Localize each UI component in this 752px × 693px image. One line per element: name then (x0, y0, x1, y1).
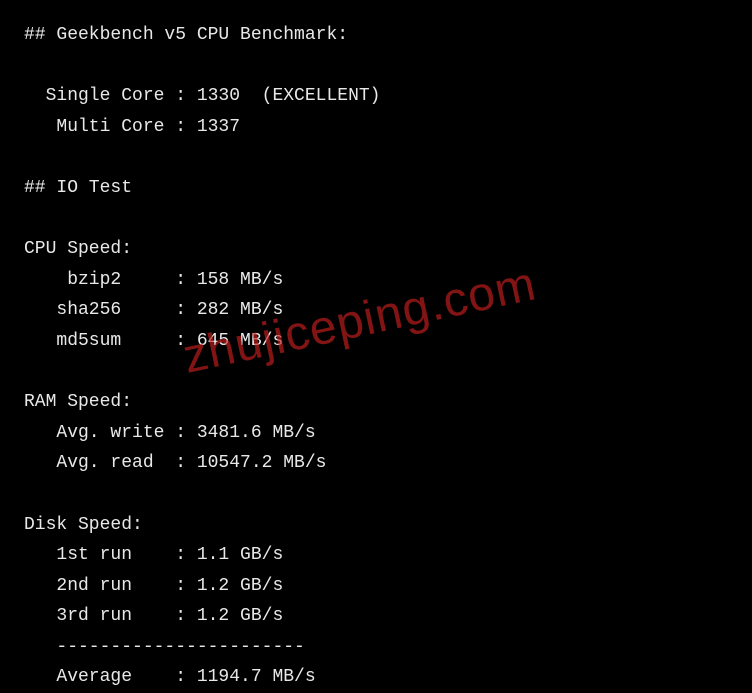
disk-run3-label: 3rd run : (24, 606, 197, 626)
bzip2-row: bzip2 : 158 MB/s (24, 265, 728, 296)
disk-divider: ----------------------- (24, 632, 728, 663)
disk-run3-row: 3rd run : 1.2 GB/s (24, 601, 728, 632)
ram-speed-header: RAM Speed: (24, 387, 728, 418)
geekbench-header: ## Geekbench v5 CPU Benchmark: (24, 20, 728, 51)
disk-run1-value: 1.1 GB/s (197, 545, 283, 565)
single-core-value: 1330 (197, 86, 240, 106)
md5sum-row: md5sum : 645 MB/s (24, 326, 728, 357)
ram-write-row: Avg. write : 3481.6 MB/s (24, 418, 728, 449)
bzip2-value: 158 MB/s (197, 270, 283, 290)
terminal-output: ## Geekbench v5 CPU Benchmark: Single Co… (24, 20, 728, 693)
disk-speed-header: Disk Speed: (24, 510, 728, 541)
ram-read-row: Avg. read : 10547.2 MB/s (24, 448, 728, 479)
single-core-label: Single Core : (24, 86, 197, 106)
bzip2-label: bzip2 : (24, 270, 197, 290)
blank-line (24, 357, 728, 388)
single-core-rating: (EXCELLENT) (240, 86, 380, 106)
blank-line (24, 142, 728, 173)
md5sum-label: md5sum : (24, 331, 197, 351)
ram-write-value: 3481.6 MB/s (197, 423, 316, 443)
disk-run1-label: 1st run : (24, 545, 197, 565)
sha256-label: sha256 : (24, 300, 197, 320)
blank-line (24, 204, 728, 235)
multi-core-label: Multi Core : (24, 117, 197, 137)
md5sum-value: 645 MB/s (197, 331, 283, 351)
blank-line (24, 479, 728, 510)
disk-run2-label: 2nd run : (24, 576, 197, 596)
disk-run2-row: 2nd run : 1.2 GB/s (24, 571, 728, 602)
disk-run2-value: 1.2 GB/s (197, 576, 283, 596)
blank-line (24, 51, 728, 82)
multi-core-row: Multi Core : 1337 (24, 112, 728, 143)
disk-run3-value: 1.2 GB/s (197, 606, 283, 626)
disk-avg-label: Average : (24, 667, 197, 687)
multi-core-value: 1337 (197, 117, 240, 137)
single-core-row: Single Core : 1330 (EXCELLENT) (24, 81, 728, 112)
sha256-row: sha256 : 282 MB/s (24, 295, 728, 326)
disk-avg-value: 1194.7 MB/s (197, 667, 316, 687)
io-test-header: ## IO Test (24, 173, 728, 204)
ram-read-label: Avg. read : (24, 453, 197, 473)
ram-write-label: Avg. write : (24, 423, 197, 443)
disk-avg-row: Average : 1194.7 MB/s (24, 662, 728, 693)
cpu-speed-header: CPU Speed: (24, 234, 728, 265)
disk-run1-row: 1st run : 1.1 GB/s (24, 540, 728, 571)
sha256-value: 282 MB/s (197, 300, 283, 320)
ram-read-value: 10547.2 MB/s (197, 453, 327, 473)
